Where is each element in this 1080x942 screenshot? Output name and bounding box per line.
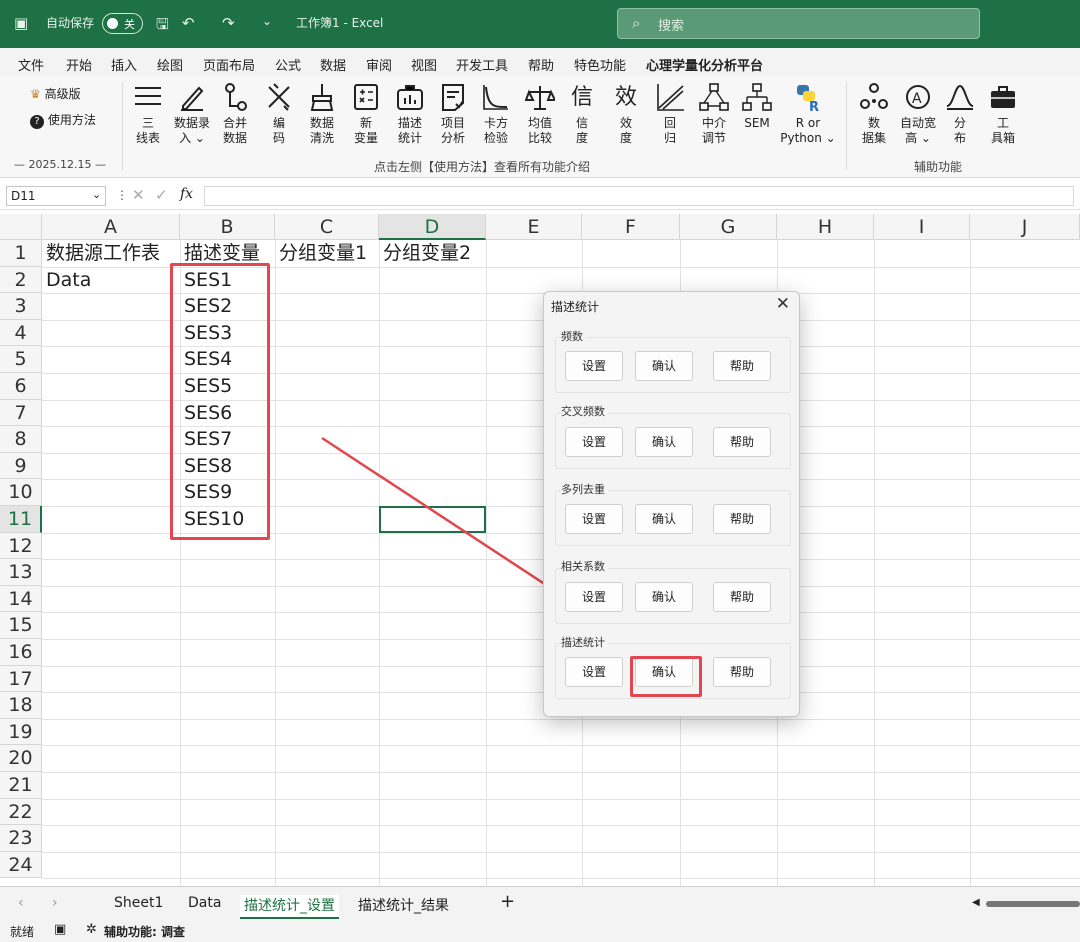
crosstab-help-button[interactable]: 帮助 <box>713 427 771 457</box>
group-label-frequency: 频数 <box>561 328 586 344</box>
group-label-correlation: 相关系数 <box>561 558 608 574</box>
confirm-highlight-box <box>630 656 702 697</box>
annotation-arrow <box>321 436 652 655</box>
dedupe-help-button[interactable]: 帮助 <box>713 504 771 534</box>
descriptive-settings-button[interactable]: 设置 <box>565 657 623 687</box>
group-label-descriptive: 描述统计 <box>561 634 608 650</box>
descriptive-stats-dialog: 描述统计 ✕ 频数 设置 确认 帮助 交叉频数 设置 确认 帮助 多列去重 设置 确认 帮助 相关系数设… <box>543 291 800 717</box>
frequency-settings-button[interactable]: 设置 <box>565 351 623 381</box>
dialog-title: 描述统计 <box>551 300 600 314</box>
crosstab-confirm-button[interactable]: 确认 <box>635 427 693 457</box>
frequency-confirm-button[interactable]: 确认 <box>635 351 693 381</box>
group-label-dedupe: 多列去重 <box>561 481 608 497</box>
correlation-help-button[interactable]: 帮助 <box>713 582 771 612</box>
correlation-settings-button[interactable]: 设置 <box>565 582 623 612</box>
close-icon[interactable]: ✕ <box>776 294 790 314</box>
descriptive-help-button[interactable]: 帮助 <box>713 657 771 687</box>
frequency-help-button[interactable]: 帮助 <box>713 351 771 381</box>
correlation-confirm-button[interactable]: 确认 <box>635 582 693 612</box>
crosstab-settings-button[interactable]: 设置 <box>565 427 623 457</box>
dedupe-confirm-button[interactable]: 确认 <box>635 504 693 534</box>
group-label-crosstab: 交叉频数 <box>561 403 608 419</box>
dedupe-settings-button[interactable]: 设置 <box>565 504 623 534</box>
